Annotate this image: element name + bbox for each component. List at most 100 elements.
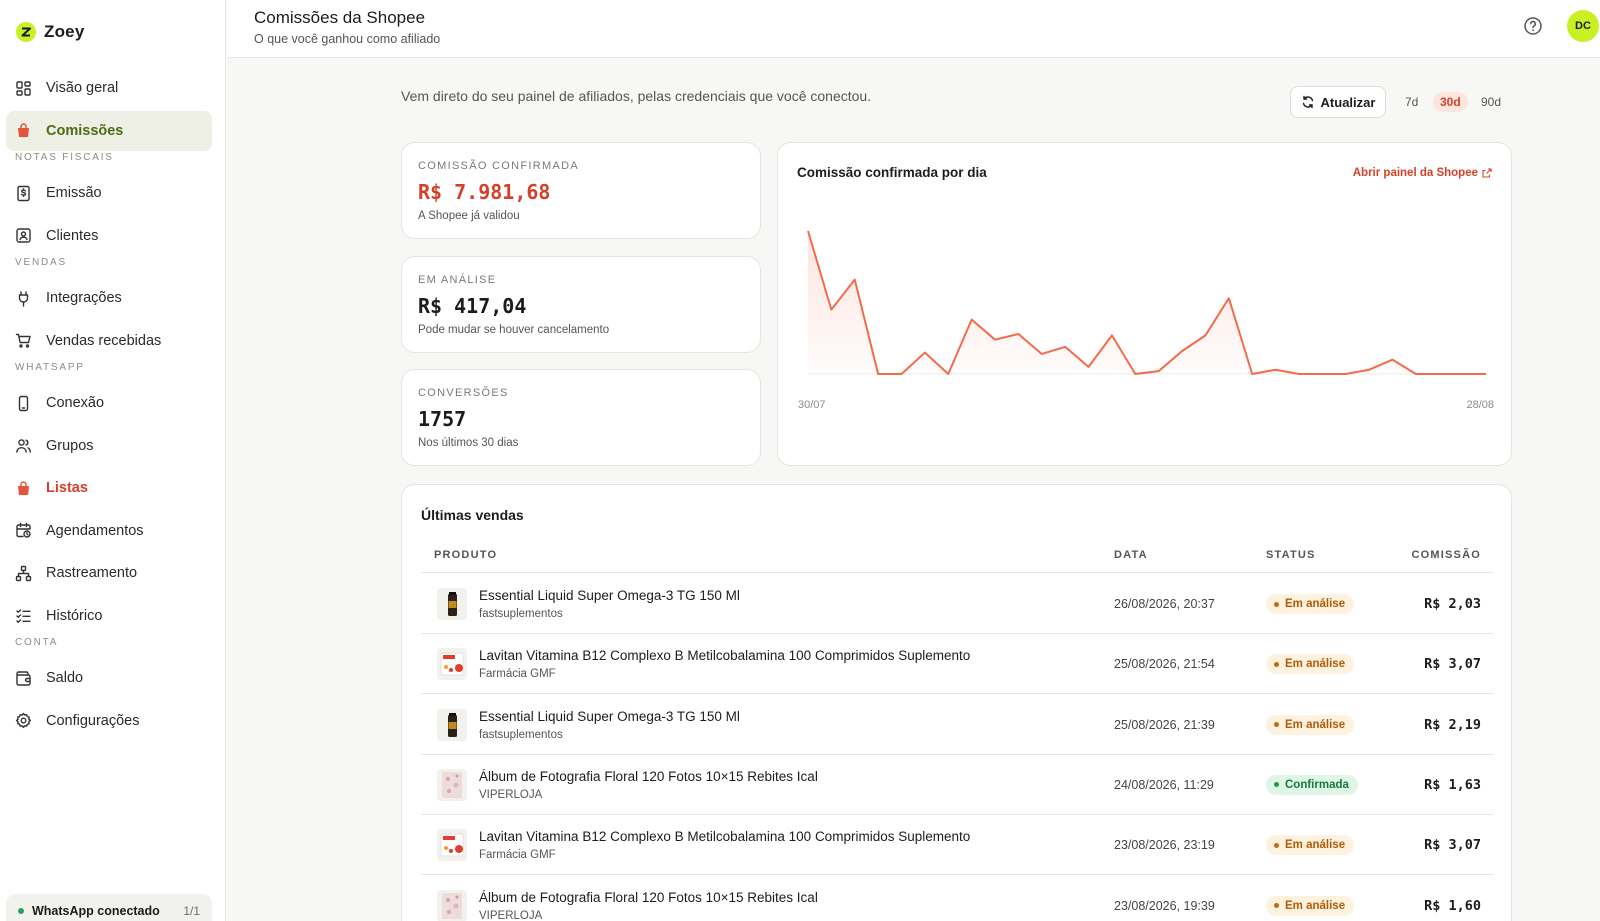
status-badge: Em análise [1266, 594, 1355, 614]
sidebar-item-vendas-recebidas[interactable]: Vendas recebidas [6, 321, 212, 361]
range-30d[interactable]: 30d [1433, 92, 1468, 112]
sidebar-item-label: Agendamentos [46, 522, 144, 539]
sidebar-item-label: Vendas recebidas [46, 332, 162, 349]
th-product: PRODUTO [434, 549, 498, 561]
table-row[interactable]: Álbum de Fotografia Floral 120 Fotos 10×… [421, 755, 1493, 815]
refresh-button[interactable]: Atualizar [1290, 86, 1386, 118]
sidebar: Zoey Visão geral Comissões NOTAS FISCAIS Em… [0, 0, 226, 921]
product-store: VIPERLOJA [479, 909, 543, 921]
table-row[interactable]: Álbum de Fotografia Floral 120 Fotos 10×… [421, 876, 1493, 921]
calendar-clock-icon [16, 522, 31, 538]
sale-date: 25/08/2026, 21:54 [1114, 657, 1215, 672]
status-label: Em análise [1285, 718, 1346, 731]
commission-amount: R$ 1,60 [1424, 897, 1481, 914]
sidebar-item-label: Configurações [46, 712, 140, 729]
range-90d[interactable]: 90d [1474, 92, 1508, 112]
kpi-note: Pode mudar se houver cancelamento [418, 324, 610, 336]
dollar-document-icon [17, 185, 30, 201]
status-dot [1274, 782, 1279, 788]
sidebar-item-saldo[interactable]: Saldo [6, 658, 212, 698]
sidebar-item-conexao[interactable]: Conexão [6, 383, 212, 423]
table-row[interactable]: Lavitan Vitamina B12 Complexo B Metilcob… [421, 634, 1493, 695]
status-badge: Em análise [1266, 654, 1355, 675]
sidebar-item-label: Comissões [46, 122, 124, 139]
product-store: fastsuplementos [479, 608, 563, 620]
table-row[interactable]: Essential Liquid Super Omega-3 TG 150 Ml… [421, 695, 1493, 755]
sales-table-card: Últimas vendas PRODUTO DATA STATUS COMIS… [401, 484, 1512, 921]
sidebar-item-label: Conexão [46, 395, 105, 411]
sidebar-item-integracoes[interactable]: Integrações [6, 278, 212, 318]
sidebar-item-comissoes[interactable]: Comissões [6, 110, 212, 151]
kpi-note: Nos últimos 30 dias [418, 437, 519, 449]
page-title: Comissões da Shopee [254, 8, 426, 27]
kpi-label: EM ANÁLISE [418, 274, 497, 286]
avatar[interactable]: DC [1567, 10, 1599, 42]
status-label: Em análise [1285, 839, 1346, 852]
sidebar-item-configuracoes[interactable]: Configurações [6, 701, 212, 741]
th-commission: COMISSÃO [1411, 549, 1481, 561]
th-date: DATA [1114, 549, 1148, 561]
status-dot [1274, 903, 1279, 908]
product-store: VIPERLOJA [479, 788, 543, 801]
sidebar-item-rastreamento[interactable]: Rastreamento [6, 553, 212, 593]
sidebar-item-listas[interactable]: Listas [6, 468, 212, 508]
chart-card: Comissão confirmada por dia Abrir painel… [777, 142, 1512, 466]
chart-x-start-label: 30/07 [798, 399, 826, 411]
intro-text: Vem direto do seu painel de afiliados, p… [401, 88, 872, 104]
shopping-bag-icon [18, 480, 29, 495]
brand[interactable]: Zoey [16, 22, 84, 42]
whatsapp-status[interactable]: WhatsApp conectado 1/1 [6, 894, 212, 921]
kpi-value: R$ 417,04 [418, 294, 527, 318]
status-dot [18, 908, 24, 914]
sidebar-item-emissao[interactable]: Emissão [6, 173, 212, 213]
sidebar-item-historico[interactable]: Histórico [6, 596, 212, 636]
sidebar-item-visao-geral[interactable]: Visão geral [6, 68, 212, 108]
sidebar-item-label: Integrações [46, 290, 122, 306]
status-label: Em análise [1285, 658, 1346, 671]
sidebar-item-label: Rastreamento [46, 565, 138, 581]
nav-section-label: WHATSAPP [15, 362, 85, 373]
plug-icon [18, 290, 29, 307]
dashboard-icon [16, 80, 31, 96]
status-badge: Em análise [1266, 714, 1355, 735]
product-thumbnail [437, 648, 467, 681]
sidebar-item-agendamentos[interactable]: Agendamentos [6, 511, 212, 551]
sidebar-item-clientes[interactable]: Clientes [6, 216, 212, 256]
sidebar-item-label: Emissão [46, 185, 102, 201]
cart-icon [15, 333, 31, 348]
table-row[interactable]: Essential Liquid Super Omega-3 TG 150 Ml… [421, 574, 1493, 634]
table-title: Últimas vendas [421, 507, 524, 523]
commission-amount: R$ 3,07 [1424, 656, 1481, 673]
sale-date: 24/08/2026, 11:29 [1114, 777, 1214, 792]
status-label: Em análise [1285, 899, 1346, 912]
status-dot [1274, 722, 1279, 728]
kpi-card-analysis: EM ANÁLISE R$ 417,04 Pode mudar se houve… [401, 256, 761, 353]
sidebar-item-label: Listas [46, 480, 88, 496]
status-label: Confirmada [1285, 778, 1349, 791]
nav-section-label: CONTA [15, 637, 59, 648]
status-badge: Confirmada [1266, 774, 1358, 795]
sidebar-item-grupos[interactable]: Grupos [6, 426, 212, 466]
contact-card-icon [16, 228, 31, 243]
product-name: Lavitan Vitamina B12 Complexo B Metilcob… [479, 648, 971, 664]
table-header: PRODUTO DATA STATUS COMISSÃO [421, 549, 1493, 573]
range-7d[interactable]: 7d [1398, 92, 1425, 112]
product-store: Farmácia GMF [479, 668, 556, 681]
status-badge: Em análise [1266, 895, 1355, 916]
product-store: Farmácia GMF [479, 849, 556, 862]
kpi-label: CONVERSÕES [418, 387, 509, 399]
whatsapp-status-label: WhatsApp conectado [32, 904, 160, 918]
gear-icon [15, 712, 32, 729]
commission-amount: R$ 2,19 [1424, 716, 1481, 733]
sidebar-item-label: Visão geral [46, 80, 119, 96]
help-icon[interactable] [1523, 16, 1543, 36]
refresh-icon [1302, 95, 1313, 109]
nav-section-label: VENDAS [15, 257, 67, 268]
product-thumbnail [437, 768, 467, 801]
whatsapp-status-count: 1/1 [183, 904, 200, 918]
commission-amount: R$ 2,03 [1424, 596, 1481, 612]
table-row[interactable]: Lavitan Vitamina B12 Complexo B Metilcob… [421, 815, 1493, 876]
kpi-card-conversions: CONVERSÕES 1757 Nos últimos 30 dias [401, 369, 761, 466]
sale-date: 23/08/2026, 19:39 [1114, 898, 1215, 913]
product-thumbnail [437, 829, 467, 862]
